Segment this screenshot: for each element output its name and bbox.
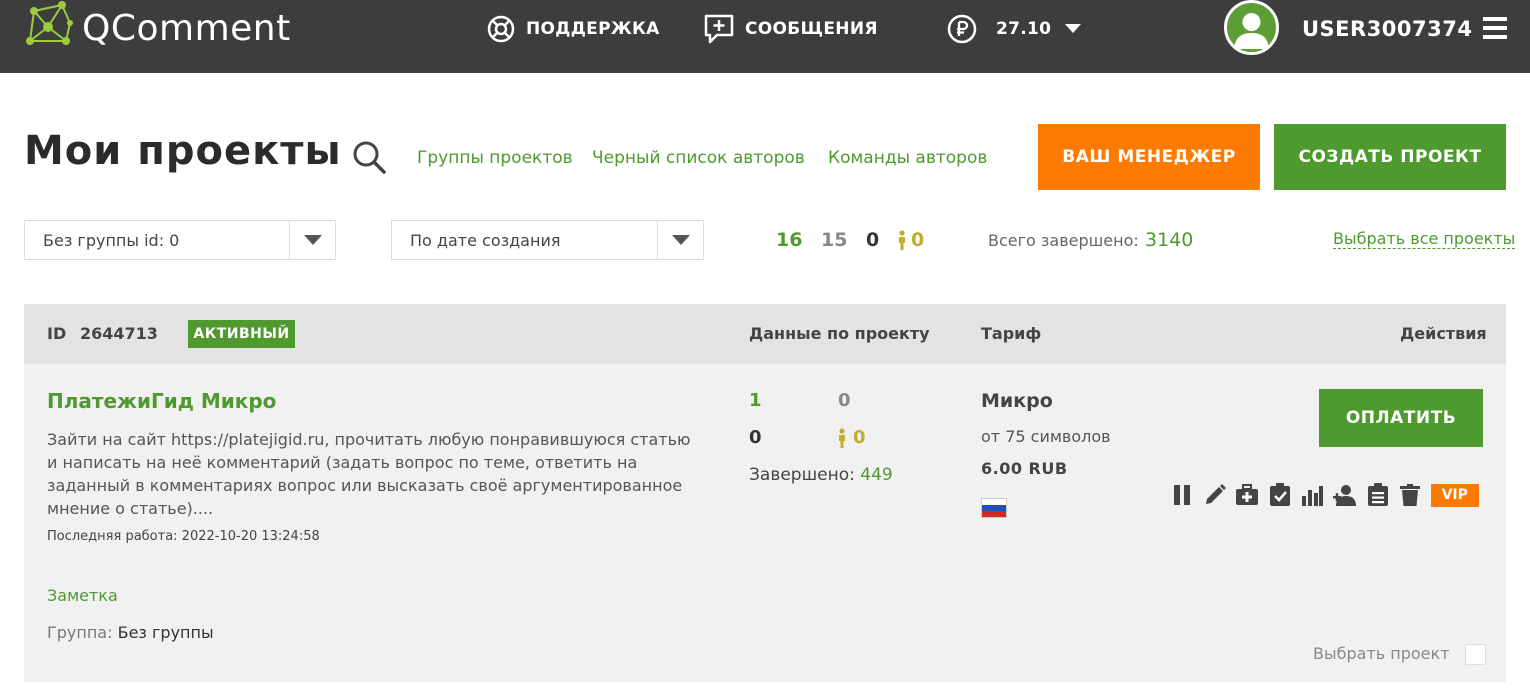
user-silhouette-icon (1234, 13, 1269, 49)
message-add-icon (704, 14, 734, 44)
logo-text: QComment (82, 7, 291, 49)
col-actions: Действия (1400, 324, 1487, 343)
create-project-button[interactable]: СОЗДАТЬ ПРОЕКТ (1274, 124, 1506, 190)
sort-select[interactable]: По дате создания (391, 220, 704, 260)
project-groups-link[interactable]: Группы проектов (417, 148, 573, 168)
menu-hamburger-icon[interactable] (1483, 17, 1507, 39)
stat-active-count[interactable]: 16 (776, 229, 802, 251)
support-label: ПОДДЕРЖКА (526, 19, 660, 39)
group-value: Без группы (117, 623, 214, 642)
balance-value: 27.10 (996, 19, 1052, 39)
pay-button[interactable]: ОПЛАТИТЬ (1319, 389, 1483, 447)
lifebuoy-icon (487, 15, 515, 43)
note-link[interactable]: Заметка (47, 586, 118, 605)
sort-select-value: По дате создания (410, 230, 561, 250)
balance-dropdown[interactable]: 27.10 (946, 12, 1091, 46)
bar-chart-icon[interactable] (1300, 483, 1324, 507)
support-link[interactable]: ПОДДЕРЖКА (486, 12, 660, 46)
project-stat-paused: 0 (838, 390, 851, 411)
tariff-price: 6.00 RUB (981, 459, 1068, 478)
project-description: Зайти на сайт https://platejigid.ru, про… (47, 430, 691, 518)
tariff-name: Микро (981, 390, 1053, 412)
project-stat-waiting-value: 0 (853, 427, 866, 448)
authors-blacklist-link[interactable]: Черный список авторов (592, 148, 805, 168)
stat-stopped-count[interactable]: 0 (866, 229, 879, 251)
messages-label: СООБЩЕНИЯ (745, 19, 878, 39)
status-badge: АКТИВНЫЙ (188, 320, 295, 348)
pause-icon[interactable] (1170, 483, 1194, 507)
author-teams-link[interactable]: Команды авторов (828, 148, 987, 168)
russia-flag-icon (981, 498, 1007, 518)
project-id: 2644713 (80, 324, 158, 343)
add-user-icon[interactable] (1332, 483, 1357, 507)
choose-project-label: Выбрать проект (1313, 644, 1450, 663)
total-completed-value: 3140 (1145, 229, 1194, 251)
logo-network-icon (26, 1, 73, 45)
project-id-label: ID (47, 324, 67, 343)
chevron-down-icon (289, 221, 335, 259)
trash-icon[interactable] (1398, 483, 1422, 507)
messages-link[interactable]: СООБЩЕНИЯ (703, 12, 878, 46)
stat-waiting-value: 0 (911, 229, 925, 251)
project-stat-waiting: 0 (837, 427, 866, 448)
page-title: Мои проекты (24, 128, 342, 174)
project-title[interactable]: ПлатежиГид Микро (47, 389, 276, 413)
project-completed-value: 449 (860, 465, 893, 485)
group-select[interactable]: Без группы id: 0 (24, 220, 336, 260)
chevron-down-icon (1065, 24, 1082, 33)
username[interactable]: USER3007374 (1302, 12, 1472, 46)
project-stat-active: 1 (749, 390, 762, 411)
stat-waiting-count[interactable]: 0 (897, 229, 924, 251)
pencil-icon[interactable] (1203, 483, 1227, 507)
chevron-down-icon (657, 221, 703, 259)
ruble-coin-icon (947, 14, 977, 44)
search-icon[interactable] (351, 139, 387, 175)
group-label: Группа: (47, 623, 113, 642)
top-navbar: QComment ПОДДЕРЖКА СООБЩЕНИЯ 27.10 USER3… (0, 0, 1530, 73)
col-project-data: Данные по проекту (749, 324, 930, 343)
group-select-value: Без группы id: 0 (43, 230, 180, 250)
clipboard-check-icon[interactable] (1268, 483, 1292, 507)
person-icon (839, 427, 845, 448)
total-completed-label: Всего завершено: (988, 231, 1139, 250)
clipboard-list-icon[interactable] (1366, 483, 1390, 507)
logo[interactable]: QComment (22, 0, 291, 56)
person-icon (899, 230, 905, 250)
project-completed-label: Завершено: (749, 465, 855, 485)
tariff-min-chars: от 75 символов (981, 427, 1111, 446)
select-all-projects-link[interactable]: Выбрать все проекты (1333, 229, 1516, 249)
project-completed: Завершено: 449 (749, 465, 893, 485)
project-actions: VIP (1170, 483, 1479, 507)
col-tariff: Тариф (981, 324, 1042, 343)
stat-paused-count[interactable]: 15 (821, 229, 847, 251)
your-manager-button[interactable]: ВАШ МЕНЕДЖЕР (1038, 124, 1260, 190)
last-work-timestamp: Последняя работа: 2022-10-20 13:24:58 (47, 529, 320, 544)
project-stat-stopped: 0 (749, 427, 762, 448)
avatar[interactable] (1224, 0, 1279, 55)
choose-project-checkbox[interactable] (1465, 644, 1486, 665)
vip-badge[interactable]: VIP (1430, 483, 1479, 507)
group-line: Группа: Без группы (47, 623, 214, 642)
medkit-icon[interactable] (1235, 483, 1259, 507)
